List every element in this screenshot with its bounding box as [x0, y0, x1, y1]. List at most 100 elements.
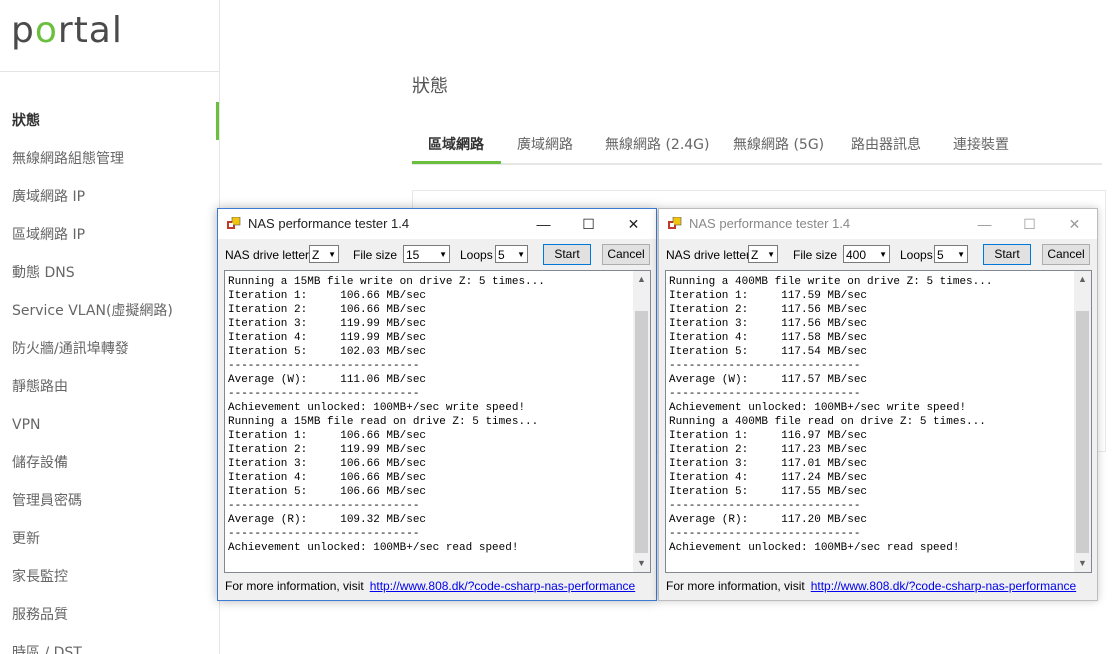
chevron-down-icon: ▼ [517, 250, 525, 259]
console-line: Average (R): 117.20 MB/sec [669, 514, 868, 526]
console-line: Iteration 1: 106.66 MB/sec [228, 290, 427, 302]
tab-connected-devices[interactable]: 連接裝置 [953, 134, 1009, 154]
maximize-icon[interactable]: ☐ [566, 209, 611, 239]
footer: For more information, visit http://www.80… [225, 579, 635, 593]
scrollbar-thumb[interactable] [1076, 311, 1089, 553]
tab-router-info[interactable]: 路由器訊息 [851, 134, 921, 154]
drive-letter-select[interactable]: Z ▼ [748, 245, 778, 263]
info-link[interactable]: http://www.808.dk/?code-csharp-nas-perfo… [370, 579, 635, 593]
console-line: Iteration 1: 117.59 MB/sec [669, 290, 868, 302]
console-line: ----------------------------- [669, 500, 861, 512]
close-icon[interactable]: ✕ [1052, 209, 1097, 239]
sidebar-item-update[interactable]: 更新 [0, 520, 219, 558]
vertical-scrollbar[interactable]: ▲ ▼ [633, 271, 650, 572]
sidebar-item-status[interactable]: 狀態 [0, 102, 219, 140]
file-size-select[interactable]: 400 ▼ [843, 245, 890, 263]
maximize-icon[interactable]: ☐ [1007, 209, 1052, 239]
app-icon [227, 217, 241, 229]
file-size-value: 400 [846, 248, 867, 262]
console-line: ----------------------------- [669, 388, 861, 400]
loops-select[interactable]: 5 ▼ [495, 245, 528, 263]
console-line: Iteration 3: 119.99 MB/sec [228, 318, 427, 330]
sidebar-item-wireless-config[interactable]: 無線網路組態管理 [0, 140, 219, 178]
nas-tester-window-2[interactable]: NAS performance tester 1.4 — ☐ ✕ NAS dri… [658, 208, 1098, 601]
console-line: ----------------------------- [669, 528, 861, 540]
console-line: ----------------------------- [228, 500, 420, 512]
output-console[interactable]: Running a 15MB file write on drive Z: 5 … [224, 270, 651, 573]
file-size-label: File size [353, 248, 398, 262]
minimize-icon[interactable]: — [962, 209, 1007, 239]
console-line: Iteration 5: 117.54 MB/sec [669, 346, 868, 358]
console-line: ----------------------------- [228, 360, 420, 372]
scroll-up-icon[interactable]: ▲ [1074, 271, 1091, 288]
sidebar-item-qos[interactable]: 服務品質 [0, 596, 219, 634]
app-icon [668, 217, 682, 229]
portal-logo[interactable]: portal [11, 10, 123, 51]
start-button[interactable]: Start [983, 244, 1031, 265]
file-size-select[interactable]: 15 ▼ [403, 245, 450, 263]
console-lines: Running a 15MB file write on drive Z: 5 … [228, 275, 545, 555]
sidebar-item-service-vlan[interactable]: Service VLAN(虛擬網路) [0, 292, 219, 330]
scroll-down-icon[interactable]: ▼ [633, 555, 650, 572]
console-line: Average (W): 117.57 MB/sec [669, 374, 868, 386]
start-button[interactable]: Start [543, 244, 591, 265]
tab-wireless-5g[interactable]: 無線網路 (5G) [733, 134, 824, 154]
minimize-icon[interactable]: — [521, 209, 566, 239]
console-line: Running a 400MB file write on drive Z: 5… [669, 276, 993, 288]
drive-letter-label: NAS drive letter [225, 248, 310, 262]
sidebar-item-parental-control[interactable]: 家長監控 [0, 558, 219, 596]
console-line: Iteration 2: 117.56 MB/sec [669, 304, 868, 316]
console-line: Iteration 4: 117.24 MB/sec [669, 472, 868, 484]
file-size-value: 15 [406, 248, 420, 262]
tab-bar: 區域網路 廣域網路 無線網路 (2.4G) 無線網路 (5G) 路由器訊息 連接… [412, 130, 1102, 165]
sidebar-item-storage[interactable]: 儲存設備 [0, 444, 219, 482]
vertical-scrollbar[interactable]: ▲ ▼ [1074, 271, 1091, 572]
sidebar: portal 狀態 無線網路組態管理 廣域網路 IP 區域網路 IP 動態 DN… [0, 0, 220, 654]
file-size-label: File size [793, 248, 838, 262]
window-titlebar[interactable]: NAS performance tester 1.4 — ☐ ✕ [218, 209, 656, 239]
scroll-up-icon[interactable]: ▲ [633, 271, 650, 288]
sidebar-item-firewall[interactable]: 防火牆/通訊埠轉發 [0, 330, 219, 368]
divider [0, 71, 219, 72]
drive-letter-select[interactable]: Z ▼ [309, 245, 339, 263]
chevron-down-icon: ▼ [879, 250, 887, 259]
window-titlebar[interactable]: NAS performance tester 1.4 — ☐ ✕ [659, 209, 1097, 239]
tab-lan[interactable]: 區域網路 [428, 134, 484, 154]
drive-letter-value: Z [312, 248, 320, 262]
console-line: Iteration 1: 116.97 MB/sec [669, 430, 868, 442]
chevron-down-icon: ▼ [439, 250, 447, 259]
controls-row: NAS drive letter Z ▼ File size 400 ▼ Loo… [659, 244, 1097, 265]
cancel-button[interactable]: Cancel [602, 244, 650, 265]
sidebar-item-admin-password[interactable]: 管理員密碼 [0, 482, 219, 520]
console-line: Average (W): 111.06 MB/sec [228, 374, 427, 386]
sidebar-item-lan-ip[interactable]: 區域網路 IP [0, 216, 219, 254]
console-line: Iteration 2: 119.99 MB/sec [228, 444, 427, 456]
loops-select[interactable]: 5 ▼ [934, 245, 968, 263]
scroll-down-icon[interactable]: ▼ [1074, 555, 1091, 572]
sidebar-item-static-route[interactable]: 靜態路由 [0, 368, 219, 406]
sidebar-item-timezone[interactable]: 時區 / DST [0, 634, 219, 654]
console-lines: Running a 400MB file write on drive Z: 5… [669, 275, 992, 555]
info-link[interactable]: http://www.808.dk/?code-csharp-nas-perfo… [811, 579, 1076, 593]
console-line: Achievement unlocked: 100MB+/sec write s… [228, 402, 526, 414]
close-icon[interactable]: ✕ [611, 209, 656, 239]
console-line: Iteration 3: 106.66 MB/sec [228, 458, 427, 470]
console-line: Achievement unlocked: 100MB+/sec read sp… [669, 542, 960, 554]
loops-value: 5 [937, 248, 944, 262]
sidebar-item-ddns[interactable]: 動態 DNS [0, 254, 219, 292]
tab-wan[interactable]: 廣域網路 [517, 134, 573, 154]
output-console[interactable]: Running a 400MB file write on drive Z: 5… [665, 270, 1092, 573]
console-line: Iteration 3: 117.56 MB/sec [669, 318, 868, 330]
tab-wireless-24g[interactable]: 無線網路 (2.4G) [605, 134, 710, 154]
console-line: Achievement unlocked: 100MB+/sec write s… [669, 402, 967, 414]
sidebar-item-wan-ip[interactable]: 廣域網路 IP [0, 178, 219, 216]
scrollbar-thumb[interactable] [635, 311, 648, 553]
console-line: Iteration 5: 106.66 MB/sec [228, 486, 427, 498]
nas-tester-window-1[interactable]: NAS performance tester 1.4 — ☐ ✕ NAS dri… [217, 208, 657, 601]
drive-letter-label: NAS drive letter [666, 248, 751, 262]
cancel-button[interactable]: Cancel [1042, 244, 1090, 265]
chevron-down-icon: ▼ [328, 250, 336, 259]
sidebar-item-vpn[interactable]: VPN [0, 406, 219, 444]
console-line: Iteration 4: 117.58 MB/sec [669, 332, 868, 344]
footer: For more information, visit http://www.80… [666, 579, 1076, 593]
